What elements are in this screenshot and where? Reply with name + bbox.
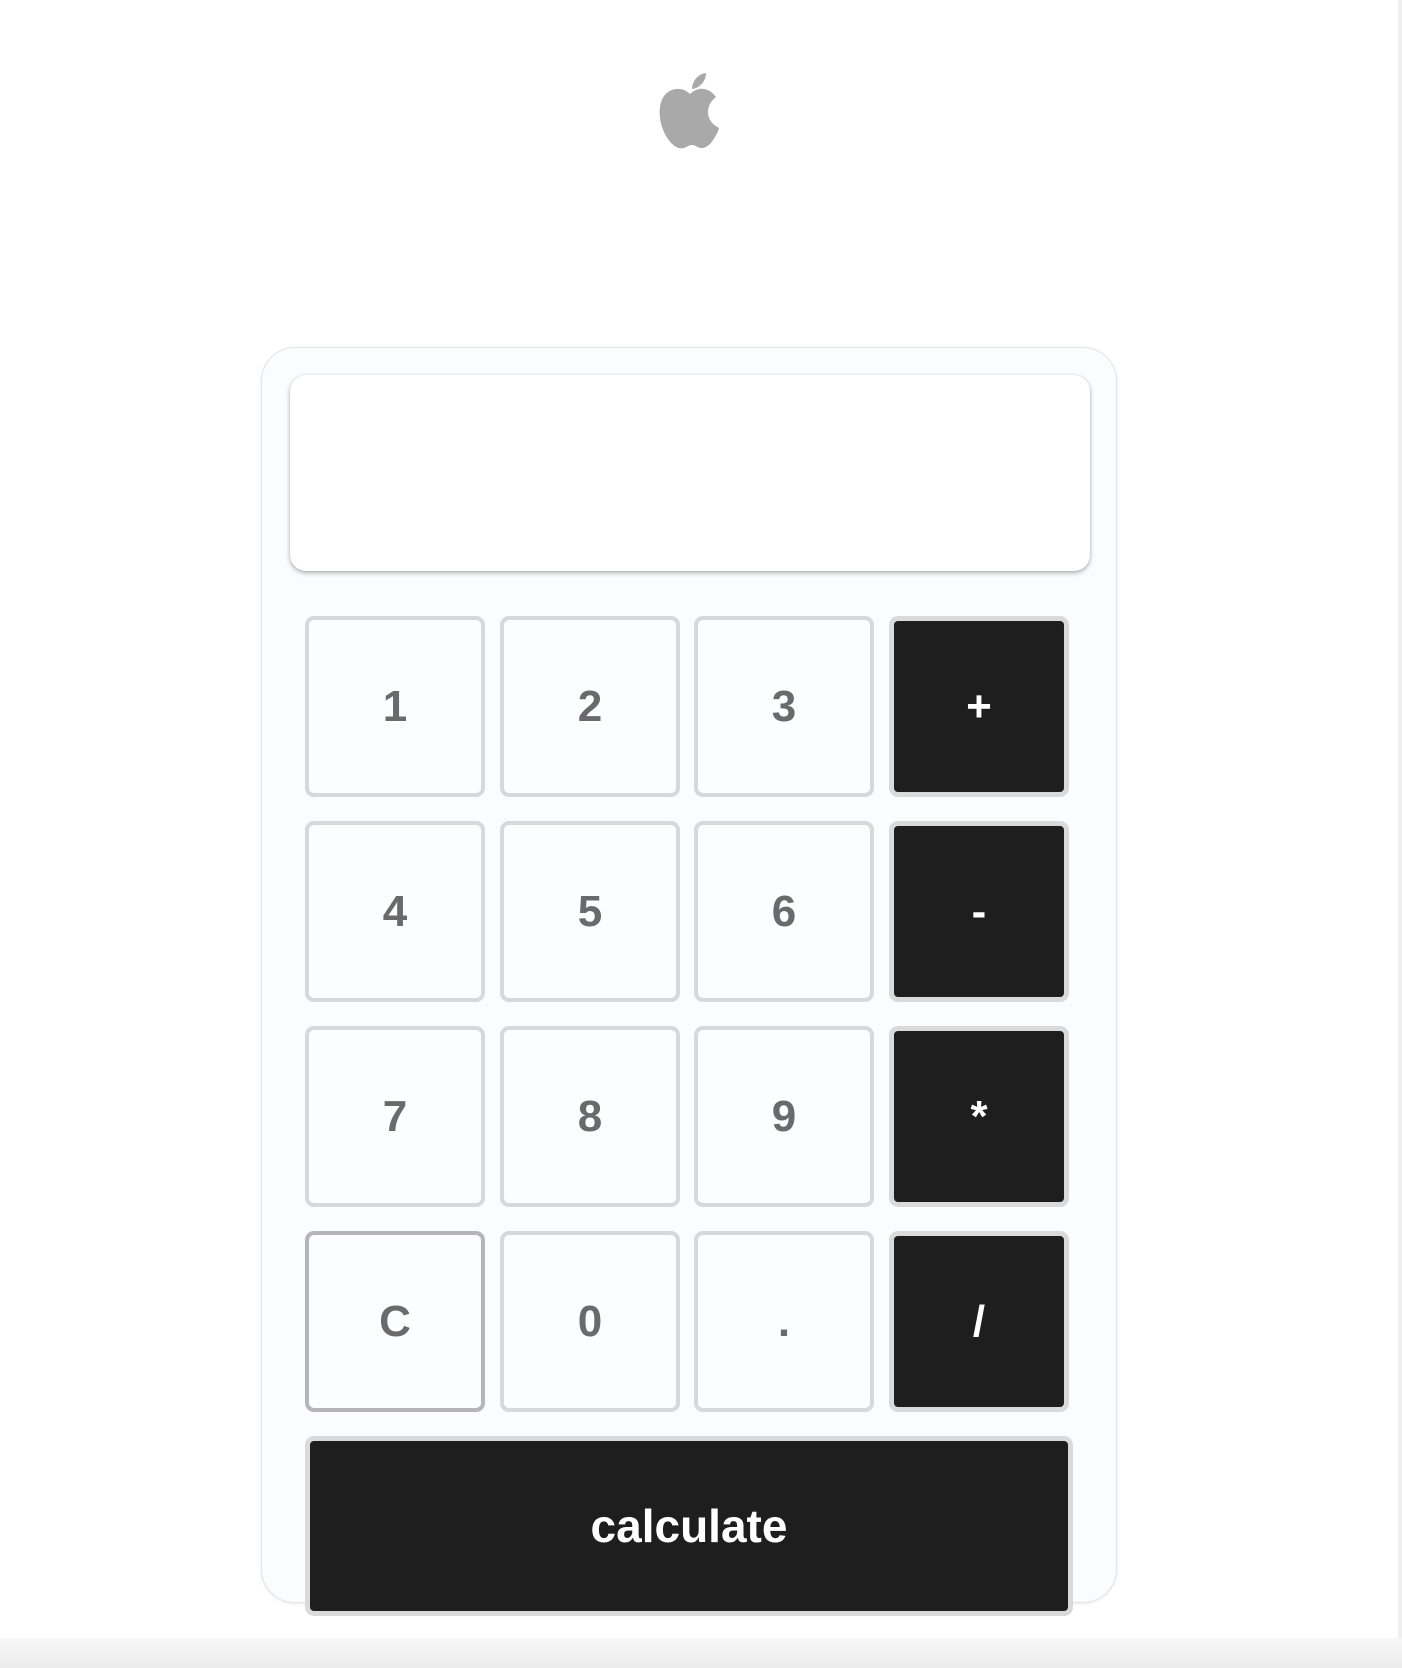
key-1[interactable]: 1 bbox=[305, 616, 485, 797]
apple-logo-icon bbox=[658, 72, 722, 150]
key-clear[interactable]: C bbox=[305, 1231, 485, 1412]
key-label: / bbox=[972, 1296, 986, 1346]
key-divide[interactable]: / bbox=[889, 1231, 1069, 1412]
key-label: 0 bbox=[577, 1296, 603, 1346]
key-2[interactable]: 2 bbox=[500, 616, 680, 797]
window-edge bbox=[1398, 0, 1402, 1668]
key-8[interactable]: 8 bbox=[500, 1026, 680, 1207]
key-add[interactable]: + bbox=[889, 616, 1069, 797]
key-6[interactable]: 6 bbox=[694, 821, 874, 1002]
key-7[interactable]: 7 bbox=[305, 1026, 485, 1207]
key-label: 3 bbox=[771, 681, 797, 731]
calculate-button[interactable]: calculate bbox=[305, 1436, 1073, 1616]
key-label: + bbox=[966, 681, 992, 731]
key-label: 8 bbox=[577, 1091, 603, 1141]
calculator-display bbox=[290, 375, 1090, 571]
key-label: - bbox=[971, 886, 987, 936]
key-5[interactable]: 5 bbox=[500, 821, 680, 1002]
key-label: C bbox=[379, 1296, 411, 1346]
window-bottom-edge bbox=[0, 1638, 1402, 1668]
key-label: 1 bbox=[382, 681, 408, 731]
key-label: 5 bbox=[577, 886, 603, 936]
key-label: * bbox=[970, 1091, 988, 1141]
key-label: 9 bbox=[771, 1091, 797, 1141]
key-label: 7 bbox=[382, 1091, 408, 1141]
key-4[interactable]: 4 bbox=[305, 821, 485, 1002]
key-3[interactable]: 3 bbox=[694, 616, 874, 797]
key-label: 4 bbox=[382, 886, 408, 936]
key-subtract[interactable]: - bbox=[889, 821, 1069, 1002]
key-label: 2 bbox=[577, 681, 603, 731]
key-0[interactable]: 0 bbox=[500, 1231, 680, 1412]
key-decimal[interactable]: . bbox=[694, 1231, 874, 1412]
key-9[interactable]: 9 bbox=[694, 1026, 874, 1207]
calculate-label: calculate bbox=[590, 1500, 788, 1552]
key-label: 6 bbox=[771, 886, 797, 936]
key-label: . bbox=[777, 1296, 791, 1346]
key-multiply[interactable]: * bbox=[889, 1026, 1069, 1207]
